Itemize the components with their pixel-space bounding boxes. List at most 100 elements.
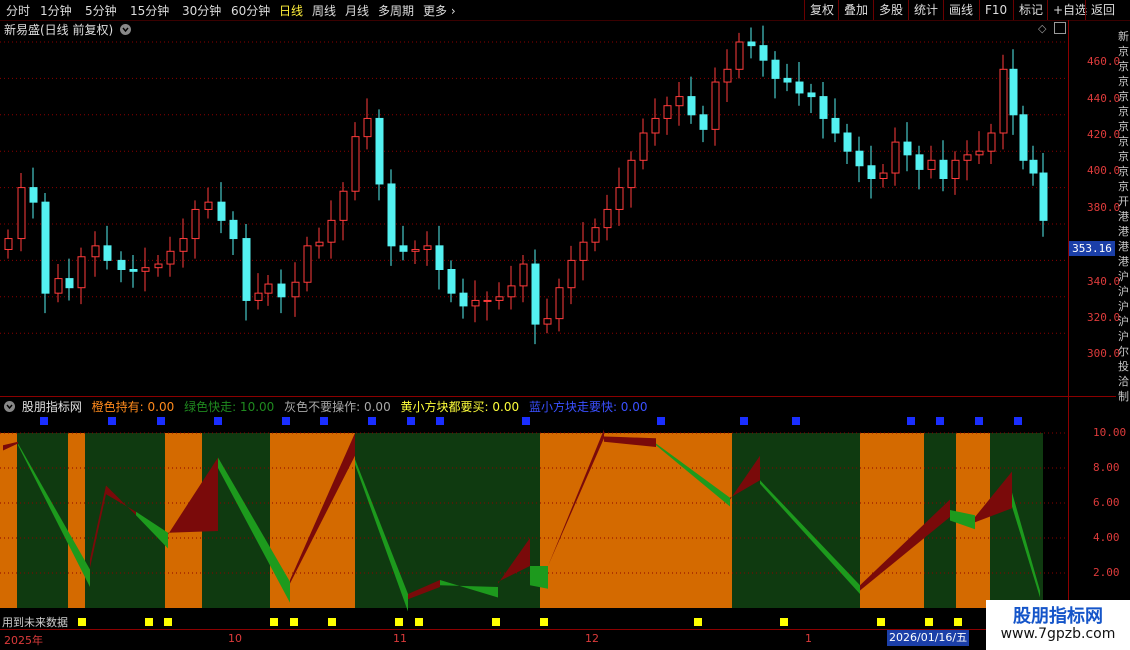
- period-minute-tab[interactable]: 分时: [6, 2, 30, 19]
- blue-sell-marker: [792, 417, 800, 425]
- candle-body: [1039, 172, 1048, 221]
- yellow-buy-value: 黄小方块都要买: 0.00: [400, 400, 520, 414]
- candle-body: [831, 117, 840, 134]
- candle-body: [579, 241, 588, 261]
- side-panel-char: 沪: [1118, 285, 1129, 298]
- candlestick-chart[interactable]: [0, 20, 1116, 397]
- last-price-tag: 353.16: [1069, 241, 1115, 256]
- candle-body: [387, 183, 396, 247]
- side-panel-char: 沪: [1118, 270, 1129, 283]
- f10-button[interactable]: F10: [979, 0, 1012, 20]
- yellow-buy-marker: [328, 618, 336, 626]
- candle-body: [327, 219, 336, 243]
- candle-body: [855, 150, 864, 167]
- blue-sell-marker: [214, 417, 222, 425]
- candle-body: [459, 292, 468, 307]
- period-1min-tab[interactable]: 1分钟: [40, 2, 72, 19]
- indicator-chart[interactable]: [0, 413, 1068, 628]
- candle-body: [204, 201, 213, 210]
- side-panel-char: 港: [1118, 255, 1129, 268]
- period-15min-tab[interactable]: 15分钟: [130, 2, 169, 19]
- indicator-tick: 6.00: [1093, 496, 1120, 509]
- candle-body: [1019, 114, 1028, 161]
- side-panel-char: 沪: [1118, 315, 1129, 328]
- yellow-buy-marker: [954, 618, 962, 626]
- blue-sell-marker: [936, 417, 944, 425]
- candle-body: [915, 154, 924, 170]
- chevron-right-icon: ›: [447, 4, 456, 18]
- price-tick: 340.0: [1087, 275, 1121, 288]
- blue-sell-marker: [108, 417, 116, 425]
- side-panel-char: 京: [1118, 180, 1129, 193]
- candle-body: [987, 132, 996, 152]
- candle-body: [567, 259, 576, 289]
- candle-body: [91, 245, 100, 258]
- candle-body: [65, 278, 74, 289]
- candle-body: [555, 287, 564, 320]
- indicator-name: 股朋指标网: [21, 400, 82, 414]
- back-button[interactable]: 返回: [1085, 0, 1120, 20]
- period-monthly-tab[interactable]: 月线: [345, 2, 369, 19]
- candle-body: [975, 150, 984, 156]
- blue-sell-marker: [522, 417, 530, 425]
- period-daily-tab[interactable]: 日线: [279, 2, 303, 19]
- indicator-ribbon: [530, 566, 548, 589]
- period-30min-tab[interactable]: 30分钟: [182, 2, 221, 19]
- candle-body: [519, 263, 528, 287]
- adjust-button[interactable]: 复权: [804, 0, 839, 20]
- candle-body: [4, 238, 13, 250]
- candle-body: [1029, 159, 1038, 174]
- collapse-circle-icon[interactable]: [4, 401, 15, 412]
- side-panel-char: 洽: [1118, 375, 1129, 388]
- price-tick: 320.0: [1087, 311, 1121, 324]
- candle-body: [264, 283, 273, 294]
- candle-body: [603, 208, 612, 229]
- yellow-buy-marker: [164, 618, 172, 626]
- blue-sell-marker: [157, 417, 165, 425]
- draw-line-button[interactable]: 画线: [943, 0, 978, 20]
- yellow-buy-marker: [78, 618, 86, 626]
- yellow-buy-marker: [780, 618, 788, 626]
- candle-body: [783, 77, 792, 83]
- x-axis-label: 11: [393, 632, 407, 645]
- side-panel-char: 尔: [1118, 345, 1129, 358]
- overlay-button[interactable]: 叠加: [838, 0, 873, 20]
- multi-stock-button[interactable]: 多股: [873, 0, 908, 20]
- candle-body: [291, 281, 300, 298]
- candle-body: [166, 250, 175, 265]
- indicator-axis: 10.00 8.00 6.00 4.00 2.00: [1068, 397, 1126, 629]
- candle-body: [687, 96, 696, 116]
- period-weekly-tab[interactable]: 周线: [312, 2, 336, 19]
- side-panel-char: 港: [1118, 210, 1129, 223]
- period-5min-tab[interactable]: 5分钟: [85, 2, 117, 19]
- candle-body: [315, 241, 324, 247]
- blue-sell-marker: [407, 417, 415, 425]
- orange-hold-value: 橙色持有: 0.00: [91, 400, 175, 414]
- yellow-buy-marker: [270, 618, 278, 626]
- candle-body: [711, 81, 720, 130]
- candle-body: [819, 96, 828, 119]
- statistics-button[interactable]: 统计: [908, 0, 943, 20]
- candle-body: [675, 96, 684, 107]
- side-panel-char: 京: [1118, 105, 1129, 118]
- period-multi-tab[interactable]: 多周期: [378, 2, 414, 19]
- candle-body: [29, 187, 38, 203]
- side-panel-strip[interactable]: 新京京京京京京京京京京开港港港港沪沪沪沪沪尔投洽制: [1117, 20, 1130, 600]
- candle-body: [495, 296, 504, 301]
- candle-body: [375, 117, 384, 185]
- candle-body: [103, 245, 112, 261]
- candle-body: [423, 245, 432, 250]
- price-axis: 460.0 440.0 420.0 400.0 380.0 340.0 320.…: [1068, 20, 1121, 397]
- yellow-buy-marker: [415, 618, 423, 626]
- candle-body: [795, 81, 804, 94]
- candle-body: [639, 132, 648, 161]
- mark-button[interactable]: 标记: [1013, 0, 1048, 20]
- candle-body: [277, 283, 286, 298]
- candle-body: [663, 105, 672, 119]
- signal-region: [68, 433, 85, 608]
- yellow-buy-marker: [877, 618, 885, 626]
- period-more-tab[interactable]: 更多 ›: [423, 2, 456, 19]
- price-tick: 380.0: [1087, 201, 1121, 214]
- period-60min-tab[interactable]: 60分钟: [231, 2, 270, 19]
- candle-body: [141, 267, 150, 272]
